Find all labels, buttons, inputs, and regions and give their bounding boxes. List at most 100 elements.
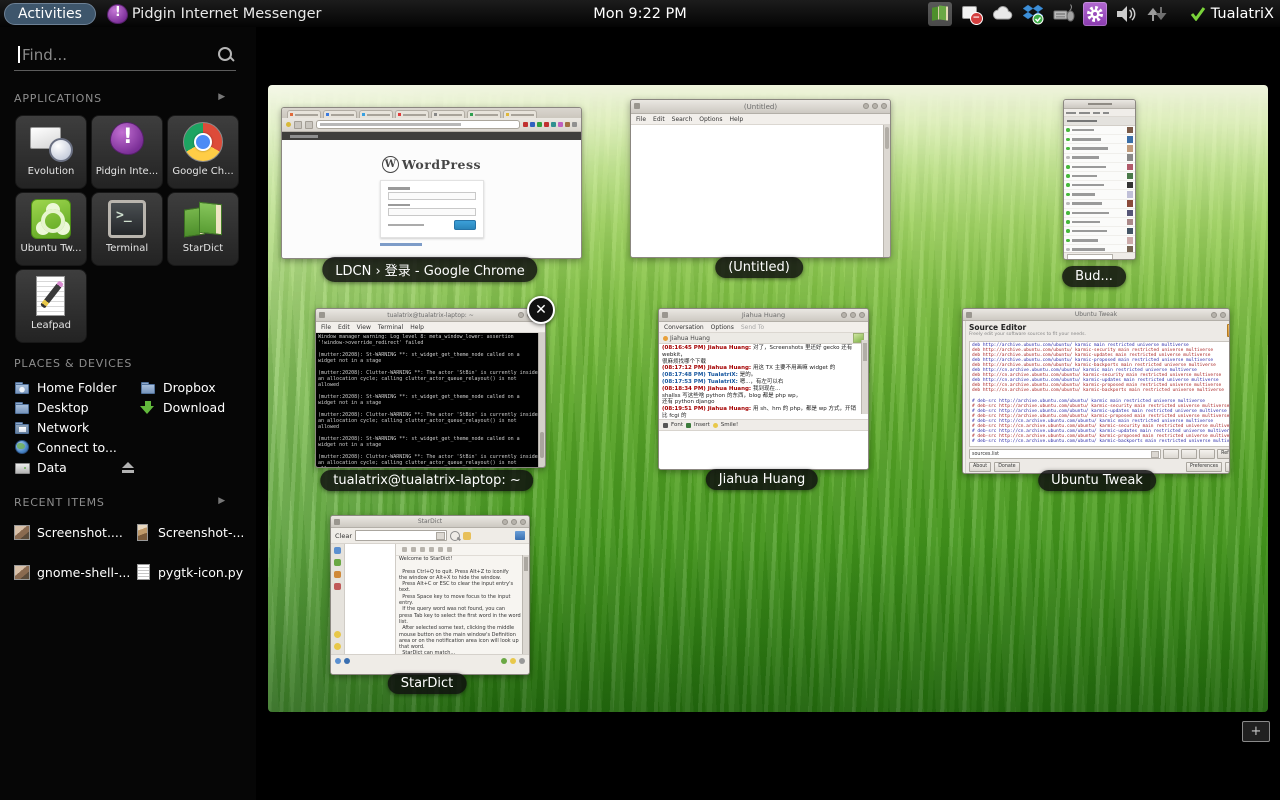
clock[interactable]: Mon 9:22 PM xyxy=(593,6,687,22)
buddy-row[interactable] xyxy=(1064,154,1135,163)
buddy-avatar xyxy=(1127,164,1134,171)
panel-subtitle: Freely edit your software sources to fit… xyxy=(969,332,1230,337)
delete-button xyxy=(1199,449,1215,459)
titlebar: Jiahua Huang xyxy=(659,309,868,322)
window-untitled[interactable]: (Untitled) FileEditSearchOptionsHelp xyxy=(630,99,891,258)
folder-network-icon xyxy=(14,419,30,435)
chrome-tab[interactable] xyxy=(503,110,537,118)
app-label: Google Ch... xyxy=(172,166,233,177)
user-menu[interactable]: TualatriX xyxy=(1190,6,1274,22)
activities-button[interactable]: Activities xyxy=(4,3,96,25)
status-dot xyxy=(1066,220,1070,224)
app-tile-pidgin[interactable]: Pidgin Inte... xyxy=(91,115,163,189)
window-chrome[interactable]: WWordPress xyxy=(281,107,582,259)
buddy-row[interactable] xyxy=(1064,209,1135,218)
window-icon xyxy=(634,103,640,109)
item-home-folder[interactable]: Home Folder xyxy=(14,377,140,397)
chrome-tab[interactable] xyxy=(359,110,393,118)
app-label: Evolution xyxy=(28,166,75,177)
search-input[interactable] xyxy=(14,42,224,68)
font-icon xyxy=(663,423,668,428)
buddy-row[interactable] xyxy=(1064,126,1135,135)
search-icon xyxy=(218,47,232,61)
chrome-tab[interactable] xyxy=(395,110,429,118)
system-settings-gear-icon[interactable] xyxy=(1083,2,1107,26)
chrome-tab[interactable] xyxy=(431,110,465,118)
app-tile-ubuntu-tweak[interactable]: Ubuntu Tw... xyxy=(15,192,87,266)
network-transfer-icon[interactable] xyxy=(1145,2,1169,26)
item-download[interactable]: Download xyxy=(140,397,225,417)
chat-timestamp: (08:19:51 PM) xyxy=(662,406,708,412)
expand-arrow-icon[interactable]: ▶ xyxy=(218,92,226,102)
buddy-rows xyxy=(1064,126,1135,252)
buddy-row[interactable] xyxy=(1064,181,1135,190)
add-workspace-button[interactable]: + xyxy=(1242,721,1270,742)
dropbox-icon[interactable] xyxy=(1021,2,1045,26)
chrome-tab[interactable] xyxy=(287,110,321,118)
chrome-tab[interactable] xyxy=(467,110,501,118)
item-network[interactable]: Network xyxy=(14,417,140,437)
refresh-button: Refresh xyxy=(1217,449,1230,459)
chat-text: 还有 python django xyxy=(662,399,714,405)
volume-icon[interactable] xyxy=(1114,2,1138,26)
tab-favicon xyxy=(290,113,293,116)
menubar: FileEditSearchOptionsHelp xyxy=(631,114,890,125)
chat-sender: Jiahua Huang: xyxy=(708,386,753,392)
item-screenshot-[interactable]: Screenshot.... xyxy=(14,522,135,542)
item-connect-to-[interactable]: Connect to... xyxy=(14,437,140,457)
buddy-avatar xyxy=(1127,228,1134,235)
buddy-row[interactable] xyxy=(1064,135,1135,144)
buddy-row[interactable] xyxy=(1064,190,1135,199)
buddy-row[interactable] xyxy=(1064,236,1135,245)
chat-text: 很麻烦找哪个下载 xyxy=(662,359,706,365)
window-terminal[interactable]: tualatrix@tualatrix-laptop: ~ FileEditVi… xyxy=(315,308,546,468)
item-pygtk-icon-py[interactable]: pygtk-icon.py xyxy=(135,562,256,582)
chat-message: (08:17:53 PM) TualatriX: 嗯...，有左可以右 xyxy=(662,379,860,386)
chat-input-area xyxy=(659,431,868,470)
window-ubuntu-tweak[interactable]: Ubuntu Tweak WelcomeApplicationsApplicat… xyxy=(962,308,1230,474)
eject-icon[interactable] xyxy=(121,462,136,474)
ubuntuone-cloud-icon[interactable] xyxy=(990,2,1014,26)
buddy-avatar xyxy=(1127,246,1134,252)
chrome-tab[interactable] xyxy=(323,110,357,118)
chrome-toolbar xyxy=(282,118,581,132)
buddy-row[interactable] xyxy=(1064,227,1135,236)
item-screenshot-[interactable]: Screenshot-... xyxy=(135,522,256,542)
item-desktop[interactable]: Desktop xyxy=(14,397,140,417)
menubar xyxy=(1064,109,1135,117)
window-stardict[interactable]: StarDict Clear xyxy=(330,515,530,675)
app-tile-evolution[interactable]: Evolution xyxy=(15,115,87,189)
buddy-row[interactable] xyxy=(1064,218,1135,227)
app-tile-stardict[interactable]: StarDict xyxy=(167,192,239,266)
expand-arrow-icon[interactable]: ▶ xyxy=(218,496,226,506)
chat-message: (08:16:45 PM) Jiahua Huang: 对了，Screensho… xyxy=(662,345,860,359)
pidgin-status-busy-icon[interactable] xyxy=(959,2,983,26)
buddy-row[interactable] xyxy=(1064,172,1135,181)
status-dot xyxy=(1066,229,1070,233)
app-tile-terminal[interactable]: Terminal xyxy=(91,192,163,266)
window-buddy-list[interactable] xyxy=(1063,99,1136,260)
window-caption-buddy: Bud... xyxy=(1062,266,1126,287)
buddy-row[interactable] xyxy=(1064,200,1135,209)
item-dropbox[interactable]: Dropbox xyxy=(140,377,225,397)
buddy-row[interactable] xyxy=(1064,163,1135,172)
buddy-avatar xyxy=(1127,237,1134,244)
search-underline xyxy=(14,70,236,71)
app-menu[interactable]: Pidgin Internet Messenger xyxy=(106,3,322,25)
app-tile-chrome[interactable]: Google Ch... xyxy=(167,115,239,189)
status-dot xyxy=(1066,183,1070,187)
clear-button: Clear xyxy=(335,532,352,540)
panel-title: Source Editor xyxy=(969,323,1230,332)
menu-file: File xyxy=(636,116,646,123)
app-tile-leafpad[interactable]: Leafpad xyxy=(15,269,87,343)
buddy-row[interactable] xyxy=(1064,144,1135,153)
window-buttons xyxy=(841,312,865,318)
window-chat[interactable]: Jiahua Huang ConversationOptionsSend To … xyxy=(658,308,869,470)
stardict-tray-icon[interactable] xyxy=(928,2,952,26)
buddy-name-bar xyxy=(1072,239,1098,242)
close-window-button[interactable]: ✕ xyxy=(527,296,555,324)
buddy-name-bar xyxy=(1072,129,1094,132)
window-caption-stardict: StarDict xyxy=(388,673,467,694)
item-gnome-shell-[interactable]: gnome-shell-... xyxy=(14,562,135,582)
input-devices-icon[interactable] xyxy=(1052,2,1076,26)
